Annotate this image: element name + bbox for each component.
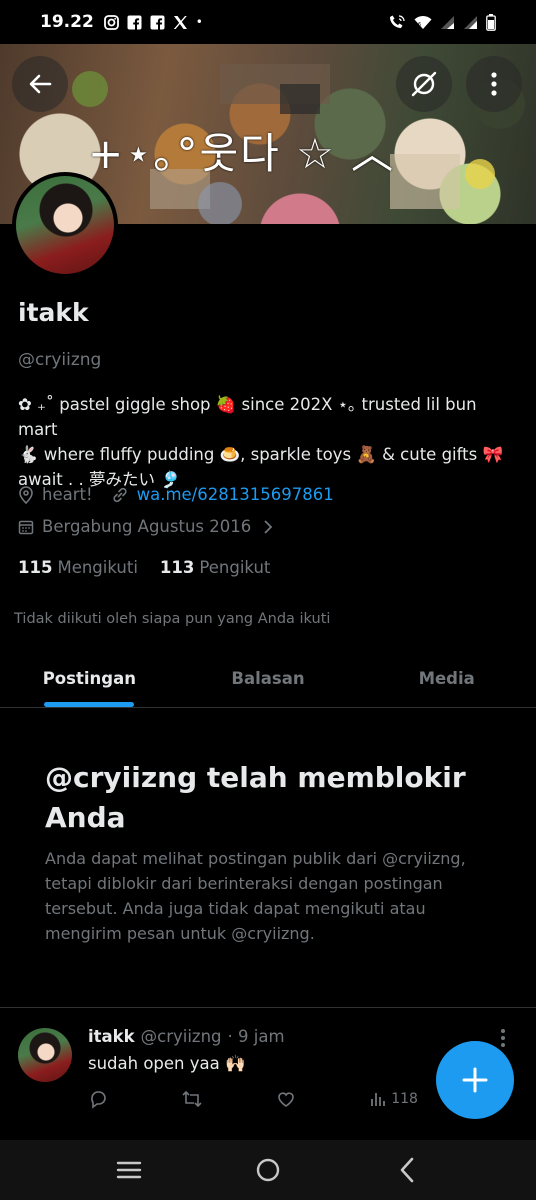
tab-label: Balasan [231,669,305,688]
back-button[interactable] [12,56,68,112]
post-author-name[interactable]: itakk [88,1027,135,1046]
retweet-icon [182,1090,202,1108]
post-header: itakk @cryiizng · 9 jam [88,1027,285,1046]
svg-text:6: 6 [418,22,421,28]
plus-icon [462,1067,488,1093]
status-dot: • [195,15,203,29]
more-vertical-icon [491,72,497,96]
tab-media[interactable]: Media [357,650,536,707]
x-icon [173,15,188,30]
chevron-right-icon [263,519,273,535]
profile-bio: ✿ ₊˚ pastel giggle shop 🍓 since 202X ⋆｡ … [18,392,518,492]
back-arrow-icon [29,74,52,94]
bio-line: 🐇 where fluffy pudding 🍮, sparkle toys 🧸… [18,445,504,464]
blocked-notice-title: @cryiizng telah memblokir Anda [45,761,466,834]
following-count: 115 [18,558,53,577]
follow-stats: 115 Mengikuti 113 Pengikut [18,558,270,577]
system-back-button[interactable] [387,1150,427,1190]
following-label: Mengikuti [57,558,138,577]
profile-location: heart! [42,485,93,504]
tab-label: Media [418,669,475,688]
post-more-button[interactable] [500,1028,506,1052]
followers-label: Pengikut [199,558,271,577]
tab-label: Postingan [42,669,136,688]
recent-apps-button[interactable] [109,1150,149,1190]
blocked-notice-body: Anda dapat melihat postingan publik dari… [45,849,466,943]
home-button[interactable] [248,1150,288,1190]
bio-line: ✿ ₊˚ pastel giggle shop 🍓 since 202X ⋆｡ … [18,395,477,439]
more-vertical-icon [501,1029,505,1047]
avatar-image [16,176,114,274]
profile-handle: @cryiizng [18,350,102,370]
signal-icon [440,15,455,30]
post-actions: 118 [88,1089,418,1109]
views-chart-icon [371,1093,386,1106]
reply-button[interactable] [88,1089,108,1109]
facebook-icon [127,15,142,30]
system-nav-bar [0,1140,536,1200]
profile-name: itakk [18,298,89,327]
chevron-left-icon [400,1157,413,1183]
views-count: 118 [391,1091,418,1107]
status-time: 19.22 [40,12,94,32]
banner-text: +⋆｡°웃다 ☆ ︿ [88,129,396,178]
facebook-icon [150,15,165,30]
profile-meta-row: heart! wa.me/6281315697861 [18,485,334,504]
retweet-button[interactable] [181,1089,203,1109]
like-button[interactable] [276,1089,296,1109]
not-followed-note: Tidak diikuti oleh siapa pun yang Anda i… [14,611,331,627]
post-author-handle: @cryiizng [140,1027,222,1046]
post-avatar[interactable] [18,1028,72,1082]
calendar-icon [18,519,34,535]
grok-icon [411,71,437,97]
tab-postingan[interactable]: Postingan [0,650,179,707]
tab-balasan[interactable]: Balasan [179,650,358,707]
status-system-icons: 6 [388,13,496,31]
profile-avatar[interactable] [12,172,118,278]
status-bar: 19.22 • 6 [0,0,536,44]
followers-count: 113 [159,558,195,577]
views-button[interactable]: 118 [369,1090,418,1108]
following-stat[interactable]: 115 Mengikuti [18,558,138,577]
location-icon [18,485,34,504]
divider [0,1007,536,1008]
wifi-icon: 6 [414,15,432,30]
more-options-button[interactable] [466,56,522,112]
profile-joined-date: Bergabung Agustus 2016 [42,517,252,536]
battery-icon [486,13,496,31]
post-text: sudah open yaa 🙌🏻 [88,1054,246,1073]
menu-lines-icon [117,1161,142,1179]
profile-tabs: Postingan Balasan Media [0,650,536,708]
wifi-call-icon [388,15,406,30]
post-time: · 9 jam [227,1027,285,1046]
profile-website-link[interactable]: wa.me/6281315697861 [137,485,334,504]
followers-stat[interactable]: 113 Pengikut [160,558,270,577]
reply-icon [91,1091,106,1109]
home-circle-icon [256,1158,280,1182]
status-notification-icons: • [103,14,203,30]
heart-icon [278,1092,294,1107]
active-tab-indicator [44,702,135,707]
grok-button[interactable] [396,56,452,112]
compose-button[interactable] [436,1041,514,1119]
signal-icon [463,15,478,30]
profile-joined-row[interactable]: Bergabung Agustus 2016 [18,517,273,536]
instagram-icon [103,14,119,30]
link-icon [111,486,129,504]
